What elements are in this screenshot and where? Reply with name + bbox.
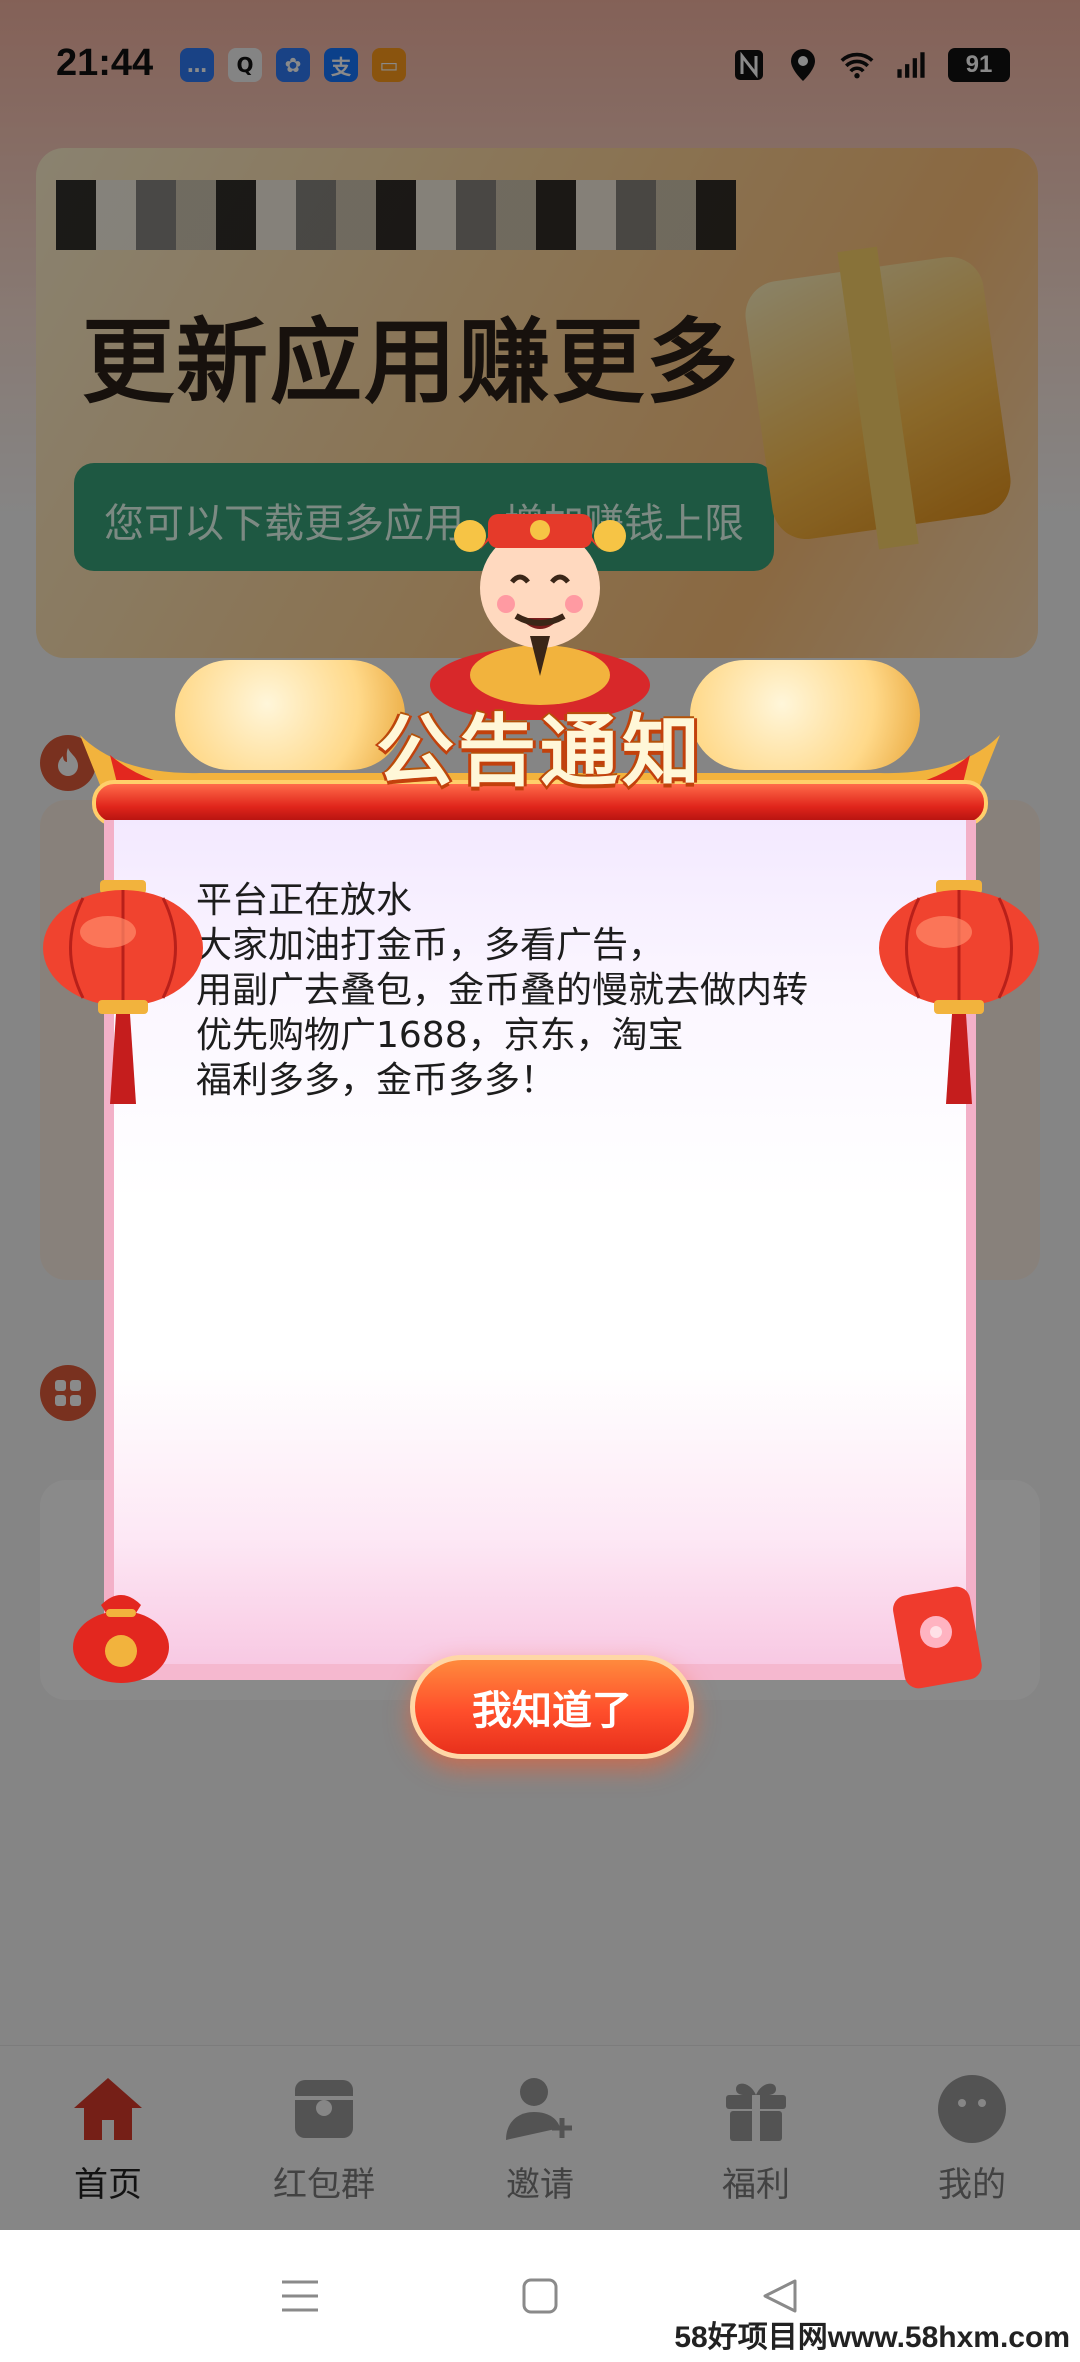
lantern-left-icon [38, 880, 208, 1110]
notice-title: 公告通知 [375, 707, 704, 797]
fortune-god-illustration [420, 470, 660, 723]
home-square-icon[interactable] [510, 2266, 570, 2326]
notice-line: 大家加油打金币，多看广告， [196, 925, 665, 966]
notice-line: 福利多多，金币多多！ [196, 1060, 557, 1101]
lucky-bag-icon [66, 1575, 176, 1685]
notice-line: 平台正在放水 [196, 880, 413, 921]
lantern-right-icon [874, 880, 1044, 1110]
watermark-text: 58好项目网www.58hxm.com [674, 2321, 1070, 2354]
menu-icon[interactable] [270, 2266, 330, 2326]
notice-body: 平台正在放水 大家加油打金币，多看广告， 用副广去叠包，金币叠的慢就去做内转 优… [196, 878, 896, 1103]
notice-line: 用副广去叠包，金币叠的慢就去做内转 [196, 970, 809, 1011]
notice-title-plaque: 公告通知 [345, 690, 735, 800]
confirm-button[interactable]: 我知道了 [410, 1655, 694, 1759]
notice-dialog: 公告通知 平台正在放水 大家加油打金币，多看广告， 用副广去叠包，金币叠的慢就去… [0, 0, 1080, 2230]
red-envelope-icon [890, 1580, 990, 1690]
notice-line: 优先购物广1688，京东，淘宝 [196, 1015, 684, 1056]
